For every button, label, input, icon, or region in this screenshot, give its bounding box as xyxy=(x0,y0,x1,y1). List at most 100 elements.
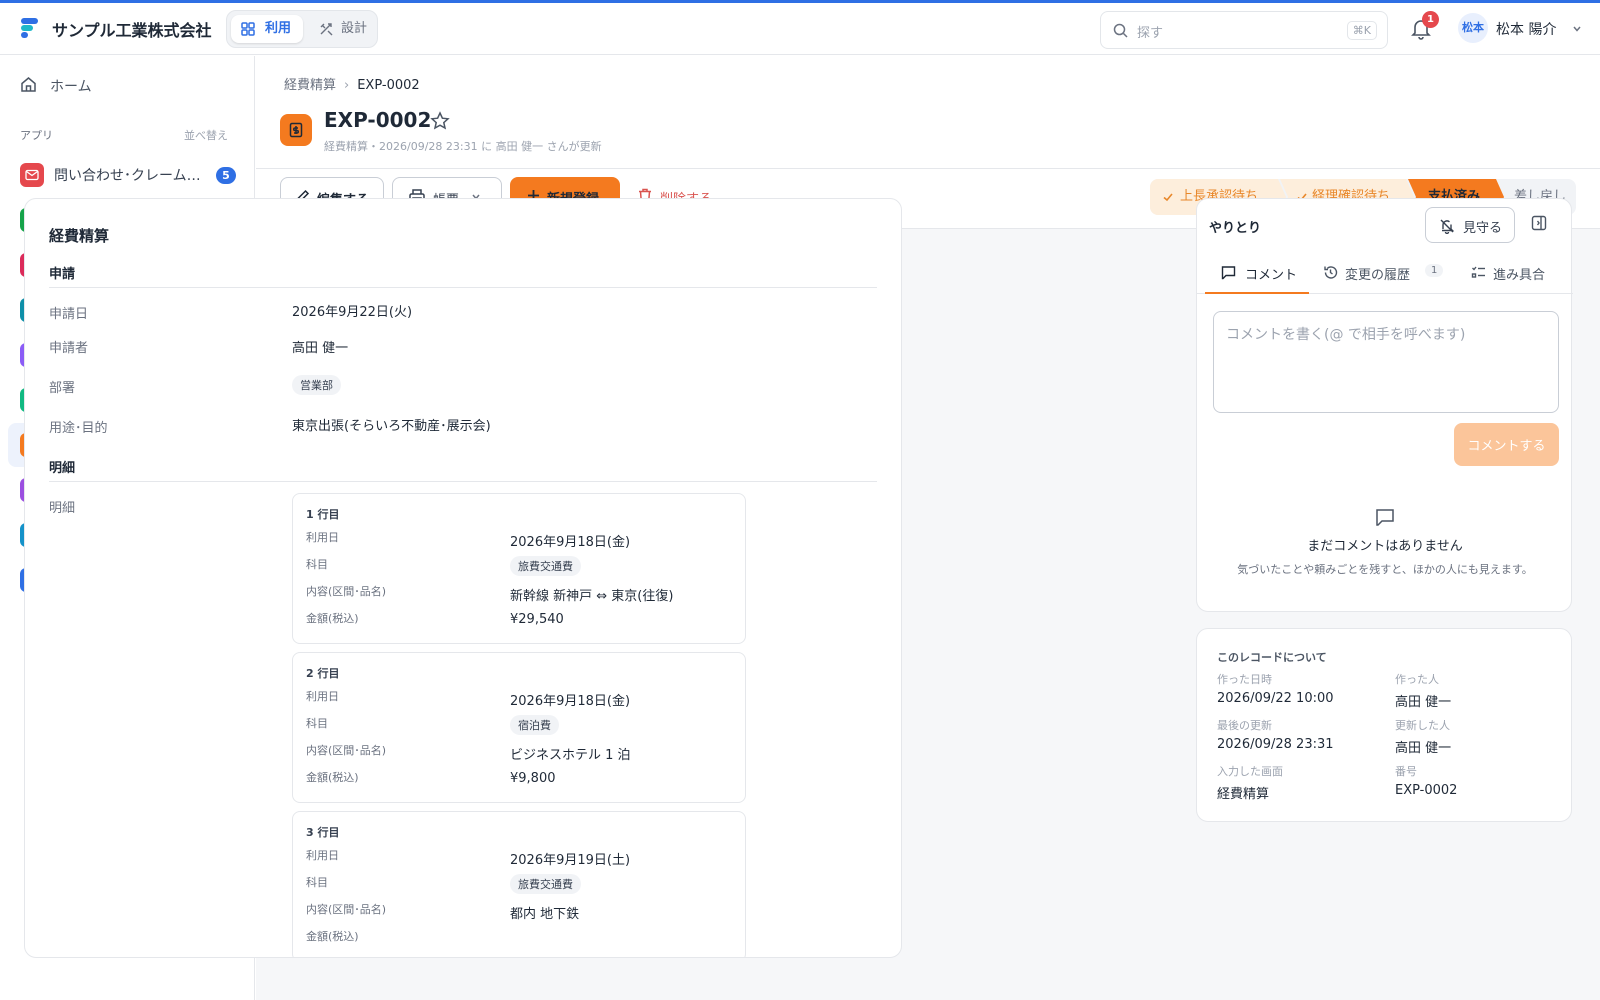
line-category-value: 旅費交通費 xyxy=(510,874,581,894)
sidebar-item-label: ホーム xyxy=(50,79,92,95)
record-app-icon xyxy=(280,114,312,146)
line-amount-label: 金額(税込) xyxy=(306,771,359,784)
line-amount-value: ¥29,540 xyxy=(510,612,564,627)
comment-icon xyxy=(1376,509,1394,526)
tab-comment-label: コメント xyxy=(1245,268,1298,283)
line-date-label: 利用日 xyxy=(306,690,339,703)
sort-button[interactable]: 並べ替え xyxy=(184,127,228,143)
line-item-card: 1 行目 利用日 2026年9月18日(金) 科目 旅費交通費 内容(区間･品名) 新幹線 … xyxy=(292,493,746,644)
history-count-badge: 1 xyxy=(1425,264,1444,277)
record-form: 経費精算 申請 申請日 2026年9月22日(火) 申請者 高田 健一 部署 営… xyxy=(24,198,902,958)
comment-input[interactable] xyxy=(1213,311,1559,413)
record-number-value: EXP-0002 xyxy=(1395,783,1458,798)
record-info-panel: このレコードについて 作った日時 2026/09/22 10:00 作った人 高… xyxy=(1196,628,1572,822)
field-value-date: 2026年9月22日(火) xyxy=(292,305,413,320)
mail-icon xyxy=(25,169,39,181)
line-item-card: 2 行目利用日 2026年9月18日(金) 科目 宿泊費内容(区間･品名) ビジネスホテ… xyxy=(292,652,746,803)
mode-switch: 利用 設計 xyxy=(226,10,378,48)
record-subtitle: 経費精算・2026/09/28 23:31 に 高田 健一 さんが更新 xyxy=(324,140,602,153)
comment-submit-button[interactable]: コメントする xyxy=(1454,423,1559,466)
discussion-tabs: コメント 変更の履歴 1 進み具合 xyxy=(1197,251,1573,294)
mode-design-label: 設計 xyxy=(341,21,368,36)
updated-by-value: 高田 健一 xyxy=(1395,741,1452,756)
screen-value: 経費精算 xyxy=(1217,787,1270,802)
screen-label: 入力した画面 xyxy=(1217,765,1283,778)
empty-state-description: 気づいたことや頼みごとを残すと、ほかの人にも見えます。 xyxy=(1237,563,1533,576)
line-amount-label: 金額(税込) xyxy=(306,612,359,625)
company-logo-icon[interactable] xyxy=(20,17,40,39)
sidebar-collapse-icon[interactable] xyxy=(1531,215,1547,231)
field-label-applicant: 申請者 xyxy=(49,341,89,356)
record-info-title: このレコードについて xyxy=(1217,651,1327,664)
notification-badge: 1 xyxy=(1422,11,1439,28)
breadcrumb-parent[interactable]: 経費精算 xyxy=(284,78,336,93)
line-date-label: 利用日 xyxy=(306,531,339,544)
sidebar-app-item[interactable]: 問い合わせ･クレーム管理 5 xyxy=(8,153,247,197)
sidebar-app-label: 問い合わせ･クレーム管理 xyxy=(54,168,206,184)
breadcrumb: 経費精算 › EXP-0002 xyxy=(284,74,420,93)
tab-history-label: 変更の履歴 xyxy=(1345,268,1411,283)
grid-icon xyxy=(241,22,255,36)
star-icon[interactable] xyxy=(430,111,450,131)
line-item-heading: 3 行目 xyxy=(306,826,340,839)
record-number-label: 番号 xyxy=(1395,765,1417,778)
line-content-label: 内容(区間･品名) xyxy=(306,903,387,916)
line-date-value: 2026年9月19日(土) xyxy=(510,853,631,868)
sidebar-app-count: 5 xyxy=(216,167,236,184)
line-content-value: 都内 地下鉄 xyxy=(510,907,580,922)
user-name: 松本 陽介 xyxy=(1496,22,1557,38)
avatar: 松本 xyxy=(1458,13,1488,43)
apps-section-label: アプリ xyxy=(20,129,53,142)
field-label-date: 申請日 xyxy=(49,307,89,322)
checklist-icon xyxy=(1471,266,1485,278)
category-tag: 旅費交通費 xyxy=(510,874,581,894)
tab-progress[interactable]: 進み具合 xyxy=(1469,251,1569,294)
created-by-label: 作った人 xyxy=(1395,673,1439,686)
line-content-value: 新幹線 新神戸 ⇔ 東京(往復) xyxy=(510,589,674,604)
dept-tag: 営業部 xyxy=(292,375,341,395)
field-value-dept: 営業部 xyxy=(292,375,341,395)
breadcrumb-separator: › xyxy=(344,78,350,93)
field-label-purpose: 用途･目的 xyxy=(49,421,108,436)
section-title-apply: 申請 xyxy=(49,267,76,282)
home-icon xyxy=(21,77,36,92)
line-amount-label: 金額(税込) xyxy=(306,930,359,943)
search-placeholder: 探す xyxy=(1137,26,1164,41)
search-shortcut: ⌘K xyxy=(1346,21,1377,40)
section-title-detail: 明細 xyxy=(49,461,76,476)
mode-design-tab[interactable]: 設計 xyxy=(309,15,375,43)
field-value-applicant: 高田 健一 xyxy=(292,341,349,356)
section-divider xyxy=(49,287,877,288)
receipt-icon xyxy=(289,122,303,138)
field-label-detail: 明細 xyxy=(49,501,76,516)
updated-at-label: 最後の更新 xyxy=(1217,719,1272,732)
line-category-value: 旅費交通費 xyxy=(510,556,581,576)
page-title: EXP-0002 xyxy=(324,108,432,132)
category-tag: 旅費交通費 xyxy=(510,556,581,576)
global-search[interactable]: 探す ⌘K xyxy=(1100,11,1388,49)
line-date-value: 2026年9月18日(金) xyxy=(510,694,631,709)
created-at-value: 2026/09/22 10:00 xyxy=(1217,691,1334,706)
tab-progress-label: 進み具合 xyxy=(1493,268,1546,283)
line-item-heading: 2 行目 xyxy=(306,667,340,680)
line-category-value: 宿泊費 xyxy=(510,715,559,735)
line-content-value: ビジネスホテル 1 泊 xyxy=(510,748,631,763)
tab-history[interactable]: 変更の履歴 1 xyxy=(1321,251,1453,294)
watch-button[interactable]: 見守る xyxy=(1425,207,1515,243)
search-icon xyxy=(1113,23,1128,38)
field-label-dept: 部署 xyxy=(49,381,76,396)
updated-at-value: 2026/09/28 23:31 xyxy=(1217,737,1334,752)
tab-comment[interactable]: コメント xyxy=(1205,251,1309,294)
breadcrumb-current: EXP-0002 xyxy=(357,78,420,93)
created-by-value: 高田 健一 xyxy=(1395,695,1452,710)
line-content-label: 内容(区間･品名) xyxy=(306,585,387,598)
check-icon xyxy=(1163,193,1173,202)
history-icon xyxy=(1324,266,1338,279)
line-content-label: 内容(区間･品名) xyxy=(306,744,387,757)
app-header: サンプル工業株式会社 利用 設計 探す ⌘K 1 松本 松本 陽介 xyxy=(0,3,1600,55)
category-tag: 宿泊費 xyxy=(510,715,559,735)
line-date-value: 2026年9月18日(金) xyxy=(510,535,631,550)
discussion-title: やりとり xyxy=(1209,221,1262,236)
mode-use-tab[interactable]: 利用 xyxy=(231,15,303,43)
line-category-label: 科目 xyxy=(306,717,328,730)
